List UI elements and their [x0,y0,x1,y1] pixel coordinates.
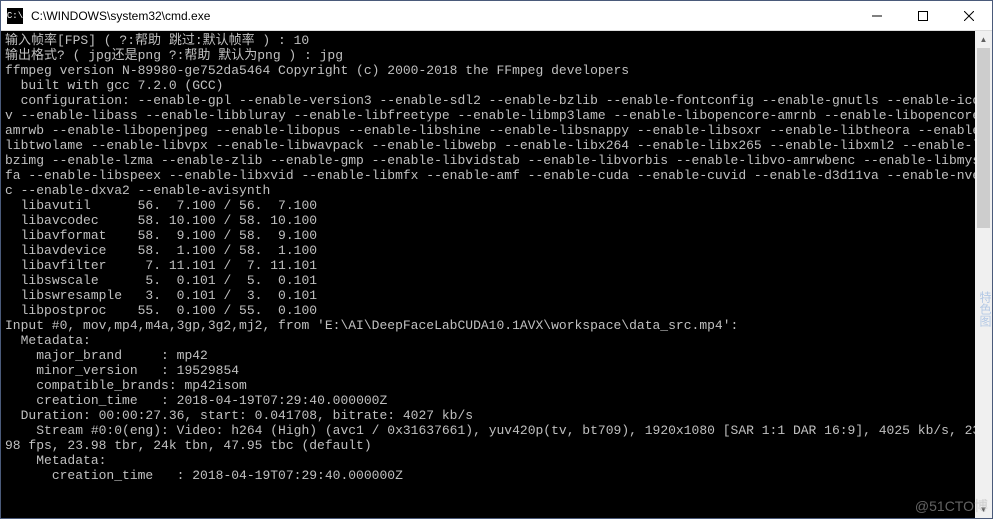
close-button[interactable] [946,1,992,31]
window-controls [854,1,992,31]
app-icon: C:\ [7,8,23,24]
terminal-output[interactable]: 输入帧率[FPS] ( ?:帮助 跳过:默认帧率 ) : 10 输出格式? ( … [1,31,992,518]
minimize-button[interactable] [854,1,900,31]
close-icon [964,11,974,21]
vertical-scrollbar[interactable]: ▲ ▼ [975,31,992,518]
minimize-icon [872,11,882,21]
titlebar[interactable]: C:\ C:\WINDOWS\system32\cmd.exe [1,1,992,31]
window-title: C:\WINDOWS\system32\cmd.exe [29,9,854,23]
maximize-button[interactable] [900,1,946,31]
cmd-window: C:\ C:\WINDOWS\system32\cmd.exe 输入帧率[FPS… [0,0,993,519]
maximize-icon [918,11,928,21]
scroll-up-arrow[interactable]: ▲ [975,31,992,48]
scroll-down-arrow[interactable]: ▼ [975,501,992,518]
scrollbar-thumb[interactable] [977,48,990,228]
